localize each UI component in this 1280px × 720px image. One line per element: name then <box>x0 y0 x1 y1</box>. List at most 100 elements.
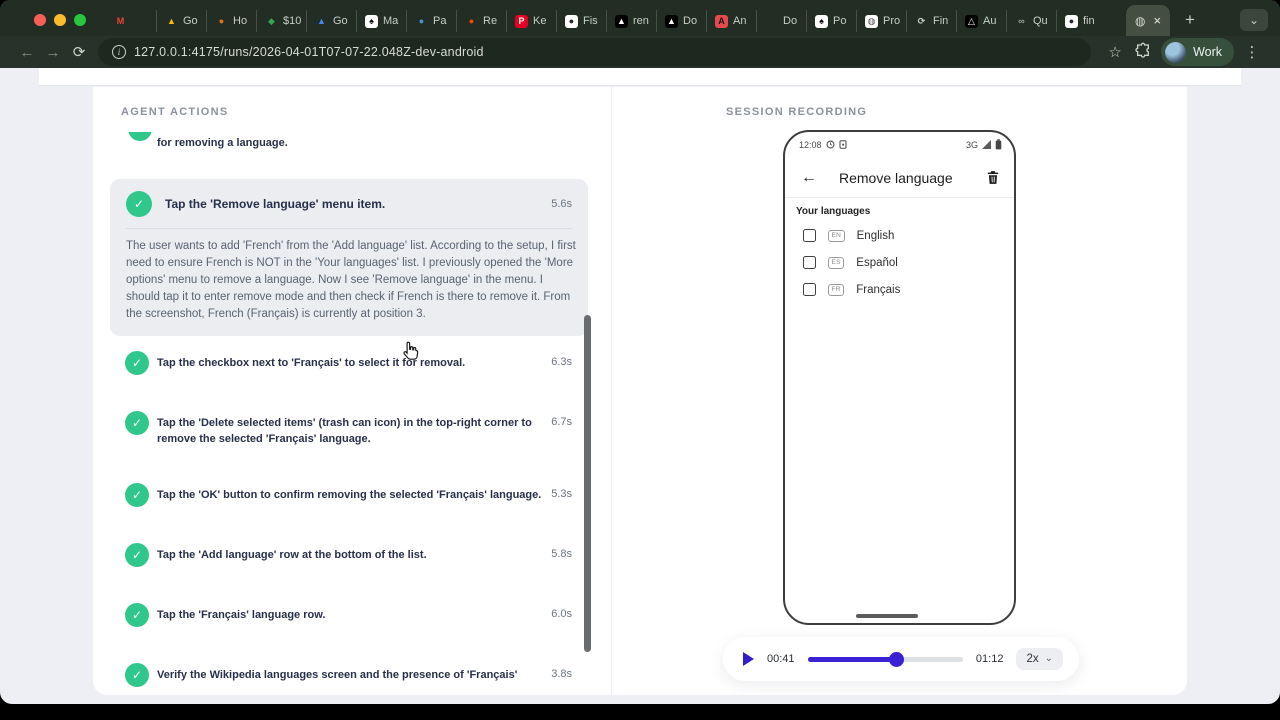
tab-favicon-icon: ▲ <box>167 15 176 26</box>
action-items-list: ✓ Tap the checkbox next to 'Français' to… <box>110 351 588 687</box>
extensions-button[interactable] <box>1129 42 1157 62</box>
new-tab-button[interactable]: + <box>1178 8 1202 32</box>
page-content: AGENT ACTIONS for removing a language. ✓… <box>0 68 1280 704</box>
action-duration: 6.7s <box>551 416 572 428</box>
browser-tab[interactable]: ● fin <box>1056 10 1106 32</box>
browser-tab[interactable]: ● Ho <box>206 10 256 32</box>
tab-favicon-icon <box>765 15 778 28</box>
action-item[interactable]: ✓ Tap the 'Delete selected items' (trash… <box>110 411 588 447</box>
browser-tab[interactable]: ∞ Qu <box>1006 10 1056 32</box>
forward-button[interactable]: → <box>40 44 66 61</box>
close-tab-icon[interactable]: × <box>1153 14 1161 27</box>
your-languages-label: Your languages <box>796 206 871 217</box>
active-tab[interactable]: ◍ × <box>1126 5 1170 36</box>
delete-trash-icon[interactable] <box>986 170 1000 185</box>
check-circle-icon: ✓ <box>125 663 149 687</box>
check-circle-icon: ✓ <box>125 351 149 375</box>
action-item[interactable]: ✓ Verify the Wikipedia languages screen … <box>110 663 588 687</box>
browser-tab[interactable]: △ Au <box>956 10 1006 32</box>
traffic-lights <box>34 14 86 26</box>
language-name: English <box>856 229 895 242</box>
browser-tab[interactable]: ▲ Go <box>306 10 356 32</box>
mouse-cursor-icon <box>403 341 419 360</box>
browser-tab[interactable]: ● Re <box>456 10 506 32</box>
tab-title: Re <box>483 15 498 27</box>
tab-title: Qu <box>1033 15 1048 27</box>
action-item[interactable]: ✓ Tap the 'Add language' row at the bott… <box>110 543 588 567</box>
tab-search-button[interactable]: ⌄ <box>1240 9 1268 31</box>
browser-tab[interactable]: M <box>106 10 156 32</box>
tab-favicon-icon: A <box>715 14 728 28</box>
url-text[interactable]: 127.0.0.1:4175/runs/2026-04-01T07-07-22.… <box>134 45 484 59</box>
scrollbar-thumb[interactable] <box>584 315 591 652</box>
close-window-button[interactable] <box>34 14 46 26</box>
expanded-action-item[interactable]: ✓ Tap the 'Remove language' menu item. 5… <box>110 179 588 336</box>
tab-title: Po <box>833 15 847 27</box>
reload-button[interactable]: ⟳ <box>66 43 92 61</box>
browser-tab[interactable]: ♠ Ma <box>356 10 406 32</box>
language-checkbox[interactable] <box>803 256 816 269</box>
signal-icon <box>982 140 991 149</box>
seek-slider-thumb[interactable] <box>889 651 905 667</box>
action-item[interactable]: ✓ Tap the 'OK' button to confirm removin… <box>110 483 588 507</box>
tab-favicon-icon: ◆ <box>268 15 275 26</box>
action-item[interactable]: ✓ Tap the 'Français' language row. 6.0s <box>110 603 588 627</box>
check-circle-icon: ✓ <box>126 191 152 217</box>
browser-tab[interactable]: ◍ Pro <box>856 10 906 32</box>
check-circle-icon: ✓ <box>125 483 149 507</box>
browser-tab[interactable]: ▲ Go <box>156 10 206 32</box>
browser-menu-button[interactable]: ⋮ <box>1238 43 1266 61</box>
language-checkbox[interactable] <box>803 229 816 242</box>
tab-favicon-icon: △ <box>965 14 978 28</box>
agent-actions-header: AGENT ACTIONS <box>121 106 229 118</box>
language-row[interactable]: FR Français <box>785 276 1014 303</box>
back-arrow-icon[interactable]: ← <box>801 169 817 187</box>
tab-title: Fis <box>583 15 598 27</box>
back-button[interactable]: ← <box>14 44 40 61</box>
page-header-bar <box>39 68 1241 86</box>
browser-toolbar: ← → ⟳ i 127.0.0.1:4175/runs/2026-04-01T0… <box>0 36 1280 68</box>
bookmark-star-button[interactable]: ☆ <box>1101 43 1129 61</box>
chevron-down-icon: ⌄ <box>1044 653 1053 664</box>
tab-title: Ke <box>533 15 547 27</box>
action-duration: 6.3s <box>551 356 572 368</box>
agent-actions-panel: AGENT ACTIONS for removing a language. ✓… <box>93 87 612 695</box>
browser-tab[interactable]: ● Fis <box>556 10 606 32</box>
browser-tab[interactable]: ▲ ren <box>606 10 656 32</box>
divider <box>126 228 572 229</box>
zoom-window-button[interactable] <box>74 14 86 26</box>
address-bar[interactable]: i 127.0.0.1:4175/runs/2026-04-01T07-07-2… <box>98 38 1092 66</box>
tab-title: Fin <box>933 15 949 27</box>
action-item[interactable]: ✓ Tap the checkbox next to 'Français' to… <box>110 351 588 375</box>
tab-strip: M ▲ Go ● Ho ◆ $10 ▲ Go ♠ Ma ● Pa ● Re P … <box>0 0 1280 36</box>
minimize-window-button[interactable] <box>54 14 66 26</box>
language-checkbox[interactable] <box>803 283 816 296</box>
browser-tab[interactable]: ♠ Po <box>806 10 856 32</box>
tab-favicon-icon: ♠ <box>815 14 828 28</box>
site-info-icon[interactable]: i <box>112 45 126 59</box>
language-row[interactable]: ES Español <box>785 249 1014 276</box>
browser-tab[interactable]: P Ke <box>506 10 556 32</box>
browser-tab[interactable]: ● Pa <box>406 10 456 32</box>
profile-chip[interactable]: Work <box>1161 38 1234 66</box>
seek-slider[interactable] <box>807 651 963 667</box>
browser-tab[interactable]: ▲ Do <box>656 10 706 32</box>
tab-title: ren <box>633 15 649 27</box>
browser-tab[interactable]: Do <box>756 10 806 32</box>
action-title: Tap the checkbox next to 'Français' to s… <box>157 357 466 369</box>
browser-tab[interactable]: A An <box>706 10 756 32</box>
network-type: 3G <box>965 139 978 150</box>
tab-favicon-icon: ⟳ <box>917 15 926 26</box>
browser-tab[interactable]: ◆ $10 <box>256 10 306 32</box>
check-circle-icon: ✓ <box>125 543 149 567</box>
language-row[interactable]: EN English <box>785 222 1014 249</box>
action-duration: 5.6s <box>551 198 572 210</box>
session-recording-header: SESSION RECORDING <box>726 106 868 118</box>
tab-favicon-icon: M <box>116 15 125 26</box>
tab-favicon-icon: ▲ <box>615 14 628 28</box>
playback-speed-select[interactable]: 2x ⌄ <box>1016 648 1063 670</box>
phone-status-bar: 12:08 3G <box>799 139 1002 150</box>
browser-tab[interactable]: ⟳ Fin <box>906 10 956 32</box>
play-button[interactable] <box>743 652 754 666</box>
tab-title: Ho <box>233 15 248 27</box>
